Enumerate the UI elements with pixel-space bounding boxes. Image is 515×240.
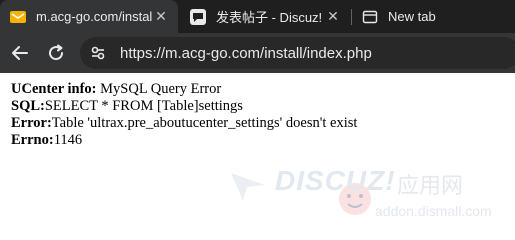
error-line-sql: SQL:SELECT * FROM [Table]settings (11, 98, 357, 115)
back-button[interactable] (8, 41, 32, 65)
error-label: UCenter info: (11, 81, 97, 97)
error-label: Errno: (11, 132, 54, 148)
newtab-icon (362, 9, 378, 25)
page-content: UCenter info: MySQL Query Error SQL:SELE… (0, 73, 515, 231)
error-line-error: Error:Table 'ultrax.pre_aboutucenter_set… (11, 115, 357, 132)
tab-acg-go[interactable]: m.acg-go.com/instal ✕ (0, 0, 178, 33)
error-line-errno: Errno:1146 (11, 132, 357, 149)
error-label: SQL: (11, 98, 45, 114)
discuz-icon (190, 8, 206, 25)
error-line-ucenter: UCenter info: MySQL Query Error (11, 81, 357, 98)
reload-button[interactable] (44, 41, 68, 65)
tab-title: m.acg-go.com/instal (36, 9, 152, 24)
tab-new-tab[interactable]: New tab (352, 0, 515, 33)
envelope-icon (10, 9, 26, 25)
tab-strip: m.acg-go.com/instal ✕ 发表帖子 - Discuz! X ✕… (0, 0, 515, 33)
tab-discuz-post[interactable]: 发表帖子 - Discuz! X ✕ (180, 0, 350, 33)
site-info-icon[interactable] (86, 41, 110, 65)
error-text: Table 'ultrax.pre_aboutucenter_settings'… (51, 115, 358, 131)
error-label: Error: (11, 115, 52, 131)
error-text: MySQL Query Error (96, 81, 222, 97)
close-icon[interactable]: ✕ (324, 8, 342, 26)
close-icon[interactable]: ✕ (152, 8, 170, 26)
tab-title: New tab (388, 9, 436, 24)
error-text: 1146 (53, 132, 83, 148)
watermark-cn: 应用网 (397, 174, 464, 199)
watermark-brand: DISCUZ! (275, 165, 396, 196)
error-message: UCenter info: MySQL Query Error SQL:SELE… (11, 81, 357, 149)
error-text: SELECT * FROM [Table]settings (44, 98, 243, 114)
reload-icon (49, 44, 64, 61)
tab-title: 发表帖子 - Discuz! X (216, 10, 324, 25)
watermark-domain: addon.dismall.com (375, 203, 492, 219)
watermark: DISCUZ! 应用网 addon.dismall.com (225, 165, 515, 231)
url-text: https://m.acg-go.com/install/index.php (120, 44, 372, 62)
browser-toolbar: https://m.acg-go.com/install/index.php (0, 33, 515, 73)
address-bar[interactable]: https://m.acg-go.com/install/index.php (80, 37, 515, 69)
arrow-left-icon (12, 46, 28, 60)
